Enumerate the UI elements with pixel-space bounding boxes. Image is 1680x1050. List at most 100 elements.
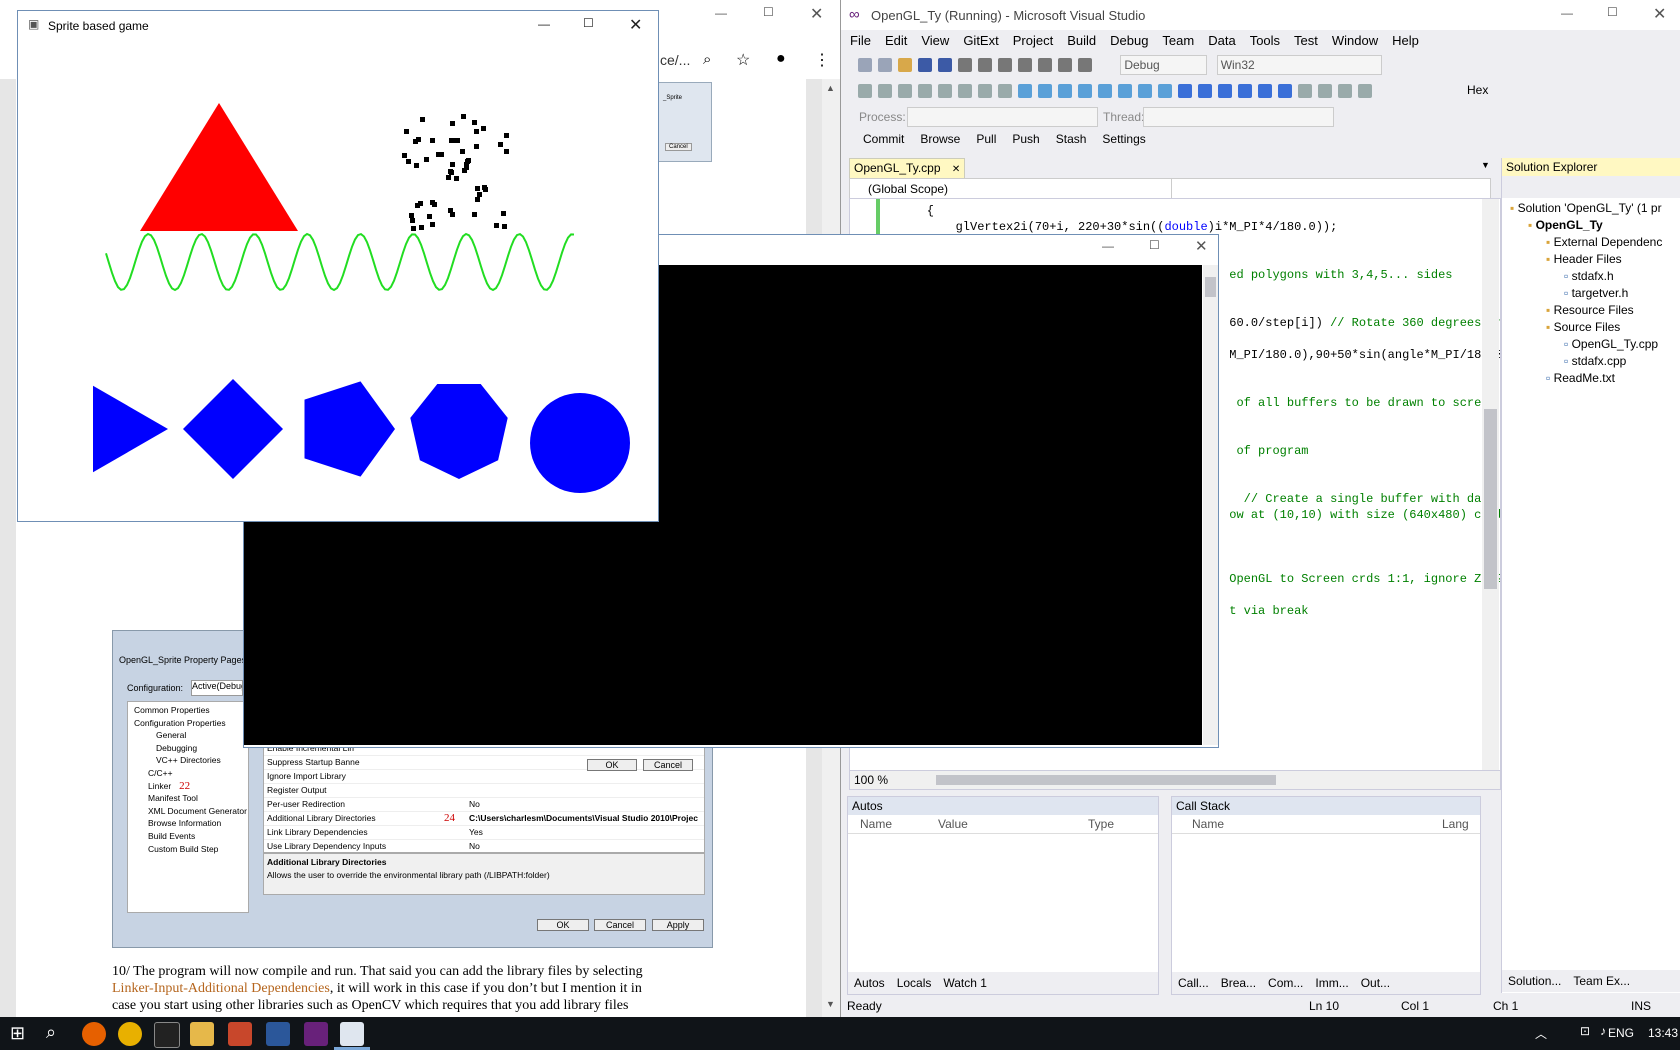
git-browse-button[interactable]: Browse xyxy=(912,128,968,150)
account-icon[interactable]: ● xyxy=(776,50,786,68)
platform-dropdown[interactable]: Win32 xyxy=(1216,55,1382,75)
word-icon[interactable] xyxy=(266,1022,290,1046)
panel-tab[interactable]: Imm... xyxy=(1309,972,1354,994)
sprite-maximize-icon[interactable]: ☐ xyxy=(583,16,594,30)
visual-studio-icon[interactable] xyxy=(304,1022,328,1046)
panel-tab[interactable]: Watch 1 xyxy=(937,972,993,994)
chrome-icon[interactable] xyxy=(118,1022,142,1046)
console-maximize-icon[interactable]: ☐ xyxy=(1149,238,1160,252)
column-header[interactable]: Name xyxy=(1192,817,1224,831)
column-header[interactable]: Type xyxy=(1088,817,1114,831)
panel-tab[interactable]: Call... xyxy=(1172,972,1215,994)
column-header[interactable]: Lang xyxy=(1442,817,1469,831)
vs-minimize-icon[interactable]: — xyxy=(1561,6,1573,20)
blue-circle xyxy=(530,393,630,493)
maximize-icon[interactable]: ☐ xyxy=(763,5,774,19)
menu-item[interactable]: Team xyxy=(1155,30,1201,51)
solution-tree-item[interactable]: ▪ Source Files xyxy=(1502,319,1680,336)
clock[interactable]: 13:43 xyxy=(1648,1026,1678,1040)
solution-tree-item[interactable]: ▪ Resource Files xyxy=(1502,302,1680,319)
menu-item[interactable]: Test xyxy=(1287,30,1325,51)
adddir-marker: 24 xyxy=(444,812,455,824)
menu-item[interactable]: Tools xyxy=(1243,30,1287,51)
panel-tab[interactable]: Team Ex... xyxy=(1567,970,1636,992)
document-tab[interactable]: OpenGL_Ty.cpp ✕ xyxy=(849,158,965,179)
solution-tree-item[interactable]: ▪ Header Files xyxy=(1502,251,1680,268)
menu-item[interactable]: File xyxy=(843,30,878,51)
vs-close-icon[interactable]: ✕ xyxy=(1653,4,1666,24)
powerpoint-icon[interactable] xyxy=(228,1022,252,1046)
opengl-app-icon[interactable] xyxy=(340,1022,364,1046)
menu-item[interactable]: Data xyxy=(1201,30,1242,51)
tray-chevron-icon[interactable]: ︿ xyxy=(1535,1025,1547,1042)
explorer-icon[interactable] xyxy=(190,1022,214,1046)
git-commit-button[interactable]: Commit xyxy=(855,128,912,150)
solution-tree-item[interactable]: ▫ targetver.h xyxy=(1502,285,1680,302)
tab-dropdown-icon[interactable]: ▼ xyxy=(1481,160,1490,170)
menu-item[interactable]: Build xyxy=(1060,30,1103,51)
network-icon[interactable]: ⊡ xyxy=(1580,1024,1590,1038)
console-scrollbar[interactable] xyxy=(1203,265,1218,745)
solution-tree-item[interactable]: ▪ External Dependenc xyxy=(1502,234,1680,251)
menu-item[interactable]: Debug xyxy=(1103,30,1155,51)
editor-vscroll[interactable] xyxy=(1482,199,1499,771)
sprite-minimize-icon[interactable]: — xyxy=(538,17,550,31)
panel-tab[interactable]: Com... xyxy=(1262,972,1309,994)
status-ch: Ch 1 xyxy=(1493,999,1519,1013)
solution-tree-item[interactable]: ▪ Solution 'OpenGL_Ty' (1 pr xyxy=(1502,200,1680,217)
volume-icon[interactable]: ♪ xyxy=(1600,1024,1606,1038)
column-header[interactable]: Name xyxy=(860,817,892,831)
sprite-window[interactable]: ▣ Sprite based game — ☐ ✕ xyxy=(17,10,659,522)
config-dropdown[interactable]: Debug xyxy=(1120,55,1208,75)
menu-item[interactable]: Edit xyxy=(878,30,914,51)
minimize-icon[interactable]: — xyxy=(715,6,727,20)
thread-dropdown[interactable] xyxy=(1143,107,1334,127)
vs-toolbar-2: Hex xyxy=(841,78,1680,104)
panel-tab[interactable]: Locals xyxy=(891,972,938,994)
solution-tree-item[interactable]: ▫ stdafx.h xyxy=(1502,268,1680,285)
git-pull-button[interactable]: Pull xyxy=(968,128,1004,150)
zoom-level[interactable]: 100 % xyxy=(854,773,888,787)
star-icon[interactable]: ☆ xyxy=(736,50,750,70)
console-minimize-icon[interactable]: — xyxy=(1102,239,1114,253)
menu-item[interactable]: Window xyxy=(1325,30,1385,51)
menu-item[interactable]: GitExt xyxy=(956,30,1005,51)
solution-tree-item[interactable]: ▫ ReadMe.txt xyxy=(1502,370,1680,387)
panel-tab[interactable]: Solution... xyxy=(1502,970,1567,992)
git-stash-button[interactable]: Stash xyxy=(1048,128,1095,150)
git-settings-button[interactable]: Settings xyxy=(1094,128,1153,150)
solution-tree-item[interactable]: ▫ stdafx.cpp xyxy=(1502,353,1680,370)
linker-link[interactable]: Linker-Input-Additional Dependencies xyxy=(112,981,330,996)
vs-debug-location-toolbar: Process: Thread: xyxy=(841,104,1680,130)
url-fragment[interactable]: ce/... xyxy=(660,52,690,68)
solution-tree-item[interactable]: ▫ OpenGL_Ty.cpp xyxy=(1502,336,1680,353)
property-row: Use Library Dependency Inputs No xyxy=(264,840,704,854)
hex-button[interactable]: Hex xyxy=(1467,83,1488,97)
hscroll-thumb[interactable] xyxy=(936,775,1276,785)
menu-item[interactable]: Project xyxy=(1006,30,1060,51)
tab-close-icon[interactable]: ✕ xyxy=(952,164,960,175)
menu-item[interactable]: View xyxy=(914,30,956,51)
particle-dot xyxy=(475,186,480,191)
vs-maximize-icon[interactable]: ☐ xyxy=(1607,5,1618,19)
sprite-close-icon[interactable]: ✕ xyxy=(629,15,642,35)
panel-tab[interactable]: Autos xyxy=(848,972,891,994)
start-icon[interactable]: ⊞ xyxy=(10,1023,25,1044)
search-icon[interactable]: ⌕ xyxy=(46,1022,56,1043)
menu-icon[interactable]: ⋮ xyxy=(814,50,830,70)
process-dropdown[interactable] xyxy=(907,107,1098,127)
language-indicator[interactable]: ENG xyxy=(1608,1026,1634,1040)
solution-tree-item[interactable]: ▪ OpenGL_Ty xyxy=(1502,217,1680,234)
panel-tab[interactable]: Out... xyxy=(1355,972,1396,994)
member-dropdown[interactable] xyxy=(1171,178,1491,200)
scope-dropdown[interactable]: (Global Scope) xyxy=(849,178,1179,200)
firefox-icon[interactable] xyxy=(82,1022,106,1046)
menu-item[interactable]: Help xyxy=(1385,30,1426,51)
close-icon[interactable]: ✕ xyxy=(810,4,823,24)
git-push-button[interactable]: Push xyxy=(1004,128,1047,150)
zoom-icon[interactable]: ⌕ xyxy=(703,51,711,68)
console-close-icon[interactable]: ✕ xyxy=(1195,237,1208,255)
column-header[interactable]: Value xyxy=(938,817,968,831)
panel-tab[interactable]: Brea... xyxy=(1215,972,1262,994)
cmd-icon[interactable] xyxy=(154,1022,180,1048)
